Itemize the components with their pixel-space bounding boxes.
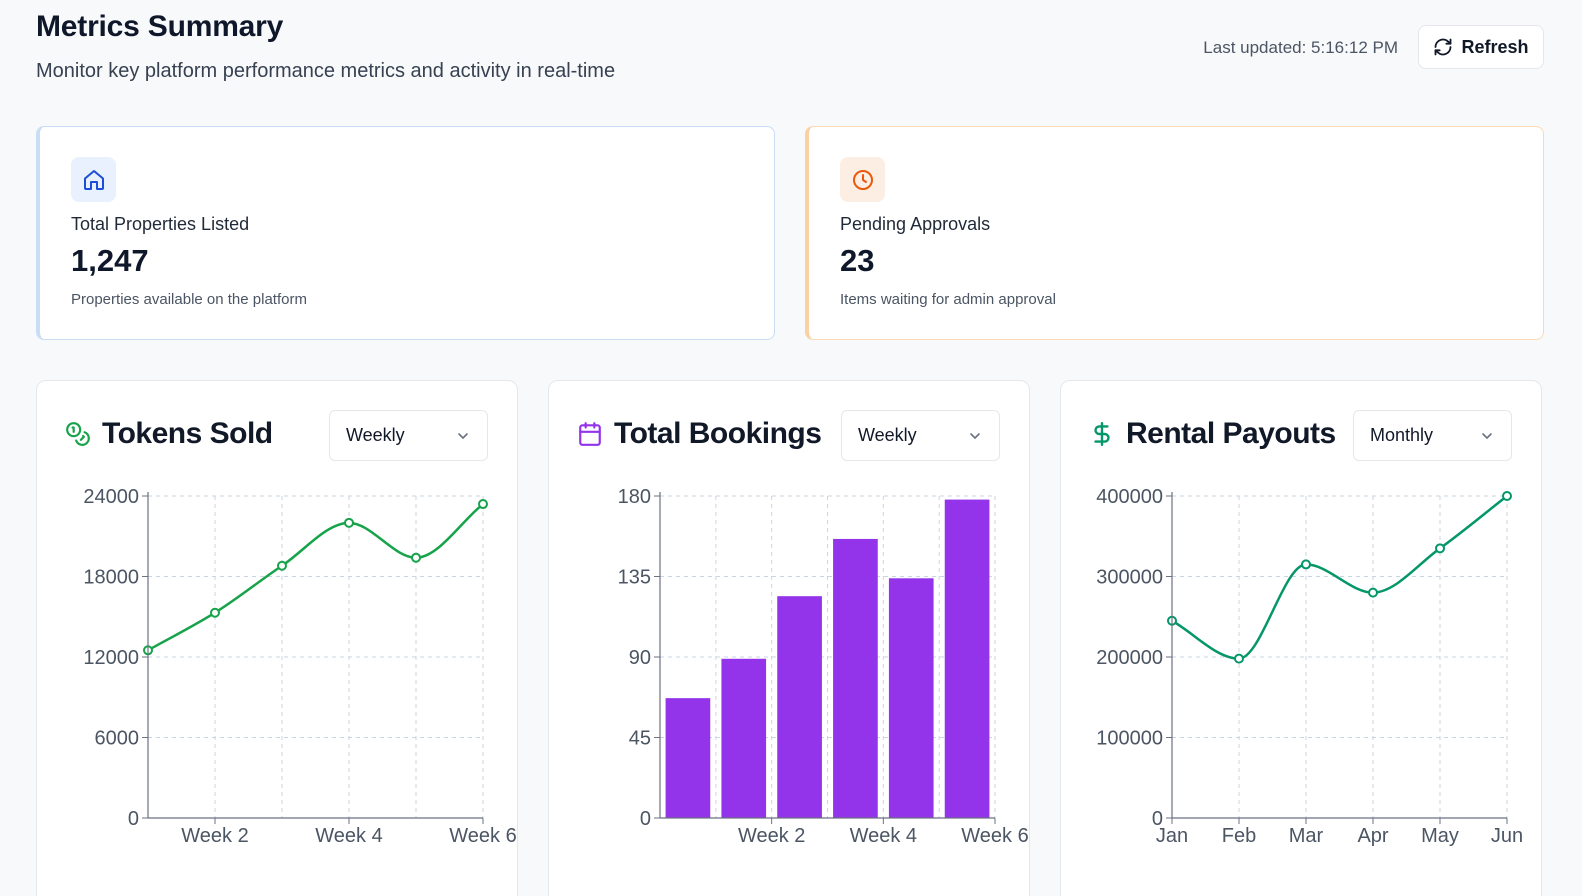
y-tick-label: 6000 bbox=[95, 728, 140, 750]
chart-card-total-bookings: Total Bookings Weekly Week 2 Week 4 Week 6… bbox=[548, 380, 1030, 896]
y-tick-label: 0 bbox=[1152, 808, 1163, 830]
chart-card-tokens-sold: Tokens Sold Weekly Week 2 Week 4 Week 6 0 60… bbox=[36, 380, 518, 896]
data-point bbox=[344, 517, 354, 528]
stat-value: 23 bbox=[840, 243, 875, 278]
tokens-sold-chart: Week 2 Week 4 Week 6 0 6000 12000 18000 24000 bbox=[83, 486, 516, 847]
y-tick-label: 100000 bbox=[1096, 728, 1163, 750]
y-tick-label: 135 bbox=[618, 567, 651, 589]
y-tick-label: 400000 bbox=[1096, 486, 1163, 508]
stat-description: Properties available on the platform bbox=[71, 291, 307, 308]
refresh-label: Refresh bbox=[1461, 36, 1529, 57]
x-tick-label: Feb bbox=[1222, 825, 1256, 847]
x-tick-label: Jun bbox=[1491, 825, 1523, 847]
stat-card-properties: Total Properties Listed 1,247 Properties… bbox=[36, 126, 775, 340]
x-tick-label: Week 2 bbox=[181, 825, 248, 847]
data-point bbox=[1301, 559, 1311, 570]
y-tick-label: 18000 bbox=[83, 567, 139, 589]
rental-payouts-chart: Jan Feb Mar Apr May Jun0100000200000300000400… bbox=[1096, 486, 1523, 847]
x-tick-label: Week 4 bbox=[850, 825, 917, 847]
refresh-icon bbox=[1433, 37, 1453, 57]
y-tick-label: 180 bbox=[618, 486, 651, 508]
bar bbox=[944, 499, 990, 818]
page-subtitle: Monitor key platform performance metrics… bbox=[36, 60, 616, 82]
x-tick-label: Week 6 bbox=[961, 825, 1028, 847]
chart-card-rental-payouts: Rental Payouts Monthly Jan Feb Mar Apr May Ju… bbox=[1060, 380, 1542, 896]
bar bbox=[833, 538, 878, 818]
bar bbox=[777, 596, 822, 818]
bar bbox=[888, 578, 934, 818]
page-title: Metrics Summary bbox=[36, 10, 284, 43]
stat-description: Items waiting for admin approval bbox=[840, 291, 1056, 308]
y-tick-label: 45 bbox=[629, 728, 651, 750]
y-tick-label: 90 bbox=[629, 647, 651, 669]
total-bookings-chart: Week 2 Week 4 Week 6 0 45 90 135 180 bbox=[618, 486, 1029, 847]
home-icon bbox=[71, 157, 116, 202]
y-tick-label: 0 bbox=[640, 808, 651, 830]
stat-card-pending-approvals: Pending Approvals 23 Items waiting for a… bbox=[805, 126, 1544, 340]
data-point bbox=[1502, 491, 1512, 501]
data-point bbox=[411, 552, 421, 563]
data-point bbox=[1435, 543, 1445, 554]
y-tick-label: 0 bbox=[128, 808, 139, 830]
series-line bbox=[147, 503, 484, 652]
y-tick-label: 24000 bbox=[83, 486, 139, 508]
bar bbox=[665, 698, 711, 818]
refresh-button[interactable]: Refresh bbox=[1418, 25, 1544, 69]
x-tick-label: Week 6 bbox=[449, 825, 516, 847]
data-point bbox=[1368, 587, 1378, 598]
x-tick-label: Apr bbox=[1357, 825, 1388, 847]
stat-label: Total Properties Listed bbox=[71, 214, 250, 234]
series-line bbox=[1171, 495, 1508, 660]
clock-icon bbox=[840, 157, 885, 202]
data-point bbox=[1234, 653, 1244, 664]
y-tick-label: 200000 bbox=[1096, 647, 1163, 669]
stat-value: 1,247 bbox=[71, 243, 149, 278]
x-tick-label: Week 2 bbox=[738, 825, 805, 847]
last-updated-text: Last updated: 5:16:12 PM bbox=[1203, 38, 1398, 57]
y-tick-label: 12000 bbox=[83, 647, 139, 669]
x-tick-label: Mar bbox=[1289, 825, 1324, 847]
data-point bbox=[277, 560, 287, 571]
y-tick-label: 300000 bbox=[1096, 567, 1163, 589]
stat-label: Pending Approvals bbox=[840, 214, 991, 234]
data-point bbox=[210, 607, 220, 618]
bar bbox=[721, 658, 767, 818]
x-tick-label: May bbox=[1421, 825, 1459, 847]
x-tick-label: Week 4 bbox=[315, 825, 382, 847]
data-point bbox=[478, 499, 488, 510]
